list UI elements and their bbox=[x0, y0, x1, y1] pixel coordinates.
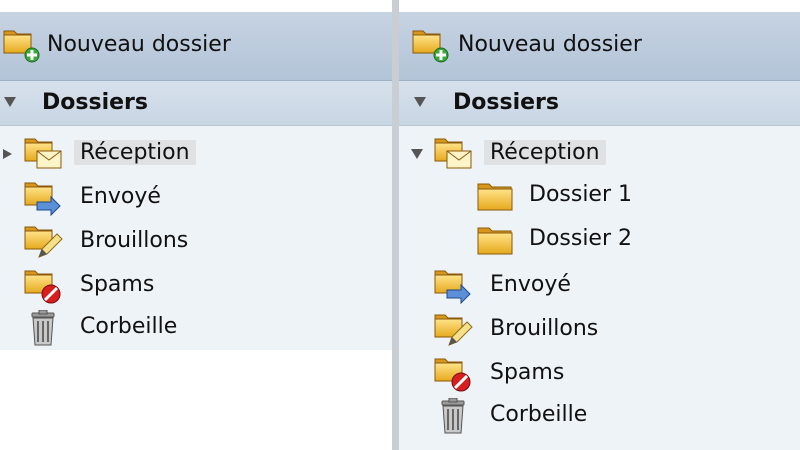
drafts-folder-icon bbox=[23, 224, 63, 260]
folder-label: Envoyé bbox=[80, 184, 161, 209]
inbox-folder-icon bbox=[433, 136, 473, 172]
folder-label: Spams bbox=[490, 360, 565, 385]
subfolder-item-dossier-2[interactable]: Dossier 2 bbox=[399, 218, 800, 262]
new-folder-icon bbox=[411, 28, 451, 64]
folder-item-reception[interactable]: Réception bbox=[0, 132, 392, 176]
folder-item-spams[interactable]: Spams bbox=[0, 264, 392, 308]
inbox-folder-icon bbox=[23, 136, 63, 172]
folder-label: Brouillons bbox=[80, 228, 189, 253]
new-folder-label: Nouveau dossier bbox=[458, 32, 642, 57]
folder-item-brouillons[interactable]: Brouillons bbox=[399, 308, 800, 352]
sent-folder-icon bbox=[23, 180, 63, 216]
sent-folder-icon bbox=[433, 268, 473, 304]
trash-icon bbox=[433, 398, 473, 434]
folder-item-corbeille[interactable]: Corbeille bbox=[0, 306, 392, 350]
trash-icon bbox=[23, 310, 63, 346]
new-folder-label: Nouveau dossier bbox=[47, 32, 231, 57]
folder-label: Corbeille bbox=[490, 402, 588, 427]
folders-header[interactable]: Dossiers bbox=[399, 81, 800, 126]
spam-folder-icon bbox=[23, 268, 63, 304]
new-folder-button[interactable]: Nouveau dossier bbox=[0, 12, 260, 80]
panel-divider bbox=[392, 0, 399, 450]
folder-item-envoye[interactable]: Envoyé bbox=[399, 264, 800, 308]
folders-header[interactable]: Dossiers bbox=[0, 81, 392, 126]
new-folder-icon bbox=[2, 28, 42, 64]
toolbar: Nouveau dossier bbox=[399, 12, 800, 81]
folder-item-envoye[interactable]: Envoyé bbox=[0, 176, 392, 220]
folder-label: Brouillons bbox=[490, 316, 599, 341]
collapse-triangle-icon[interactable] bbox=[413, 95, 427, 109]
subfolder-item-dossier-1[interactable]: Dossier 1 bbox=[399, 174, 800, 218]
drafts-folder-icon bbox=[433, 312, 473, 348]
folder-label: Dossier 1 bbox=[529, 182, 633, 207]
folder-item-spams[interactable]: Spams bbox=[399, 352, 800, 396]
folder-label: Réception bbox=[484, 140, 606, 165]
folder-tree: Réception Dossier 1 Dossier 2 Envoyé Bro… bbox=[399, 126, 800, 450]
collapse-triangle-icon[interactable] bbox=[3, 95, 17, 109]
folders-header-title: Dossiers bbox=[42, 90, 148, 115]
folders-header-title: Dossiers bbox=[453, 90, 559, 115]
folder-tree: Réception Envoyé Brouillons Spams Corbei… bbox=[0, 126, 392, 350]
folder-item-reception[interactable]: Réception bbox=[399, 132, 800, 176]
new-folder-button[interactable]: Nouveau dossier bbox=[399, 12, 669, 80]
folder-label: Dossier 2 bbox=[529, 226, 633, 251]
collapse-arrow-icon[interactable] bbox=[409, 146, 425, 162]
folder-label: Envoyé bbox=[490, 272, 571, 297]
expand-arrow-icon[interactable] bbox=[0, 146, 16, 162]
folder-label: Réception bbox=[74, 140, 196, 165]
folder-icon bbox=[475, 178, 515, 214]
spam-folder-icon bbox=[433, 356, 473, 392]
folder-panel-right: Nouveau dossier Dossiers Réception Dossi… bbox=[399, 0, 800, 450]
folder-label: Spams bbox=[80, 272, 155, 297]
folder-item-brouillons[interactable]: Brouillons bbox=[0, 220, 392, 264]
toolbar: Nouveau dossier bbox=[0, 12, 392, 81]
folder-item-corbeille[interactable]: Corbeille bbox=[399, 394, 800, 438]
folder-icon bbox=[475, 222, 515, 258]
folder-panel-left: Nouveau dossier Dossiers Réception Envoy… bbox=[0, 0, 392, 450]
folder-label: Corbeille bbox=[80, 314, 178, 339]
